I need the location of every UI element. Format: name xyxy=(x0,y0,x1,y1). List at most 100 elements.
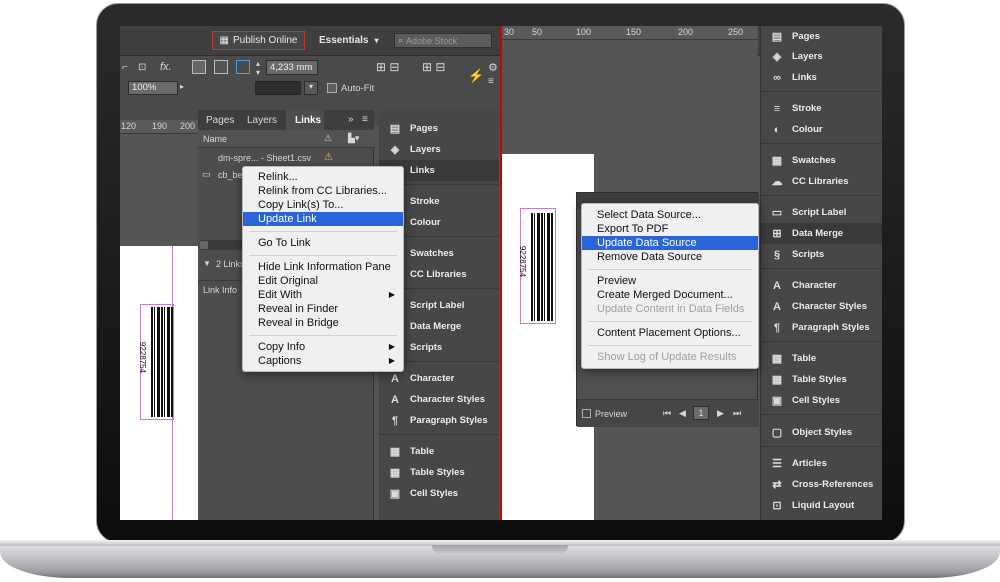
name-header[interactable]: Name xyxy=(203,134,227,144)
links-icon: ∞ xyxy=(773,71,781,84)
link-row[interactable]: dm-spre... - Sheet1.csv ⚠ xyxy=(198,150,374,166)
menu-item-update-link[interactable]: Update Link xyxy=(243,212,403,226)
next-record-icon[interactable]: ▶ xyxy=(717,408,724,419)
panel-separator xyxy=(761,268,882,269)
panel-table[interactable]: ▦ Table xyxy=(761,348,816,369)
menu-item-update-content[interactable]: Update Content in Data Fields xyxy=(582,302,758,316)
panel-paragraph-styles[interactable]: ¶ Paragraph Styles xyxy=(761,317,870,338)
menu-item-remove-data-source[interactable]: Remove Data Source xyxy=(582,250,758,264)
menu-item-export-to-pdf[interactable]: Export To PDF xyxy=(582,222,758,236)
panel-liquid-layout[interactable]: ⊡ Liquid Layout xyxy=(761,495,854,516)
prev-record-icon[interactable]: ◀ xyxy=(679,408,686,419)
preview-checkbox[interactable] xyxy=(582,409,591,418)
panel-collapse-icon[interactable]: » xyxy=(348,114,354,125)
panel-layers[interactable]: ◈ Layers xyxy=(379,139,441,160)
tab-pages[interactable]: Pages xyxy=(206,115,234,126)
stroke-weight-field[interactable] xyxy=(255,81,301,95)
menu-separator xyxy=(588,269,752,270)
panel-separator xyxy=(379,434,499,435)
panel-character-styles[interactable]: A Character Styles xyxy=(761,296,867,317)
menu-separator xyxy=(249,255,397,256)
expand-icon[interactable]: ▼ xyxy=(203,259,211,268)
panel-separator xyxy=(761,195,882,196)
autofit-label: Auto-Fit xyxy=(341,83,375,94)
record-number-input[interactable]: 1 xyxy=(693,406,709,420)
frame-icon[interactable]: ⌐ xyxy=(122,62,128,73)
menu-item-content-placement-options[interactable]: Content Placement Options... xyxy=(582,326,758,340)
menu-item-reveal-in-bridge[interactable]: Reveal in Bridge xyxy=(243,316,403,330)
fx-label[interactable]: fx. xyxy=(160,61,172,73)
fit-content-icon[interactable]: ⊞ ⊟ xyxy=(376,60,399,74)
workspace-switcher[interactable]: Essentials ▾ xyxy=(319,35,379,46)
ruler-tick-label: 190 xyxy=(152,121,168,131)
menu-item-reveal-in-finder[interactable]: Reveal in Finder xyxy=(243,302,403,316)
panel-table-styles[interactable]: ▦ Table Styles xyxy=(379,462,465,483)
panel-pages[interactable]: ▤ Pages xyxy=(761,26,820,47)
menu-item-preview[interactable]: Preview xyxy=(582,274,758,288)
stroke-type-dropdown[interactable]: ▾ xyxy=(304,81,318,95)
panel-menu-icon[interactable]: ≡ xyxy=(362,114,368,125)
lightning-icon[interactable]: ⚡ xyxy=(468,68,484,84)
gear-icon[interactable]: ⚙ xyxy=(488,61,498,74)
menu-item-relink-cc-libraries[interactable]: Relink from CC Libraries... xyxy=(243,184,403,198)
panel-table[interactable]: ▦ Table xyxy=(379,441,434,462)
laptop-notch xyxy=(432,545,568,555)
barcode-image xyxy=(531,213,553,321)
menu-item-update-data-source[interactable]: Update Data Source xyxy=(582,236,758,250)
panel-data-merge[interactable]: ⊞Data Merge xyxy=(761,223,882,244)
panel-cross-references[interactable]: ⇄ Cross-References xyxy=(761,474,873,495)
rotate-icon[interactable]: ⊡ xyxy=(138,62,146,73)
panel-character-styles[interactable]: A Character Styles xyxy=(379,389,485,410)
zoom-arrow-icon[interactable]: ▸ xyxy=(180,82,184,91)
panel-cell-styles[interactable]: ▣ Cell Styles xyxy=(761,390,840,411)
autofit-checkbox[interactable] xyxy=(327,83,337,93)
fit-frame-icon[interactable]: ⊞ ⊟ xyxy=(422,60,445,74)
menu-icon[interactable]: ≡ xyxy=(488,76,494,87)
panel-script-label[interactable]: ▭Script Label xyxy=(761,202,847,223)
menu-item-copy-info[interactable]: Copy Info ▶ xyxy=(243,340,403,354)
search-field[interactable]: ⌕ Adobe Stock xyxy=(394,33,492,48)
fit-icon[interactable] xyxy=(236,60,250,74)
panel-swatches[interactable]: ▦Swatches xyxy=(761,150,836,171)
tab-layers[interactable]: Layers xyxy=(247,115,277,126)
menu-item-hide-link-info[interactable]: Hide Link Information Pane xyxy=(243,260,403,274)
panel-links[interactable]: ∞Links xyxy=(761,67,817,88)
menu-item-show-log[interactable]: Show Log of Update Results xyxy=(582,350,758,364)
panel-scripts[interactable]: §Scripts xyxy=(761,244,824,265)
menu-item-edit-with[interactable]: Edit With ▶ xyxy=(243,288,403,302)
panel-character[interactable]: A Character xyxy=(761,275,836,296)
panel-cc-libraries[interactable]: ☁CC Libraries xyxy=(761,171,849,192)
panel-object-styles[interactable]: ▢ Object Styles xyxy=(761,422,852,443)
tab-links[interactable]: Links xyxy=(286,110,324,130)
menu-item-edit-original[interactable]: Edit Original xyxy=(243,274,403,288)
menu-item-select-data-source[interactable]: Select Data Source... xyxy=(582,208,758,222)
paragraph-styles-icon: ¶ xyxy=(391,414,399,427)
dimension-input[interactable]: 4,233 mm xyxy=(266,60,318,75)
character-icon: A xyxy=(773,279,781,292)
panel-colour[interactable]: ◐Colour xyxy=(761,119,823,140)
publish-online-button[interactable]: ▦ Publish Online xyxy=(212,31,305,50)
menu-item-relink[interactable]: Relink... xyxy=(243,170,403,184)
menu-item-copy-links-to[interactable]: Copy Link(s) To... xyxy=(243,198,403,212)
links-count: 2 Links xyxy=(216,259,245,269)
menu-item-go-to-link[interactable]: Go To Link xyxy=(243,236,403,250)
panel-table-styles[interactable]: ▦ Table Styles xyxy=(761,369,847,390)
panel-stroke[interactable]: ≡Stroke xyxy=(761,98,822,119)
panel-layers[interactable]: ◈ Layers xyxy=(761,46,823,67)
menu-item-create-merged-document[interactable]: Create Merged Document... xyxy=(582,288,758,302)
last-record-icon[interactable]: ⏭ xyxy=(733,408,741,419)
scroll-thumb[interactable] xyxy=(200,241,208,249)
barcode-frame-left: 9228754 xyxy=(138,304,174,420)
panel-articles[interactable]: ☰ Articles xyxy=(761,453,827,474)
stepper-icon[interactable]: ▴ ▾ xyxy=(256,59,260,77)
panel-cell-styles[interactable]: ▣ Cell Styles xyxy=(379,483,458,504)
zoom-input[interactable]: 100% xyxy=(128,81,178,95)
panel-pages[interactable]: ▤ Pages xyxy=(379,118,438,139)
panel-paragraph-styles[interactable]: ¶ Paragraph Styles xyxy=(379,410,488,431)
align-box-2[interactable] xyxy=(214,60,228,74)
menu-separator xyxy=(588,345,752,346)
menu-item-captions[interactable]: Captions ▶ xyxy=(243,354,403,368)
align-box-1[interactable] xyxy=(192,60,206,74)
barcode-image xyxy=(151,307,173,417)
first-record-icon[interactable]: ⏮ xyxy=(663,408,671,419)
